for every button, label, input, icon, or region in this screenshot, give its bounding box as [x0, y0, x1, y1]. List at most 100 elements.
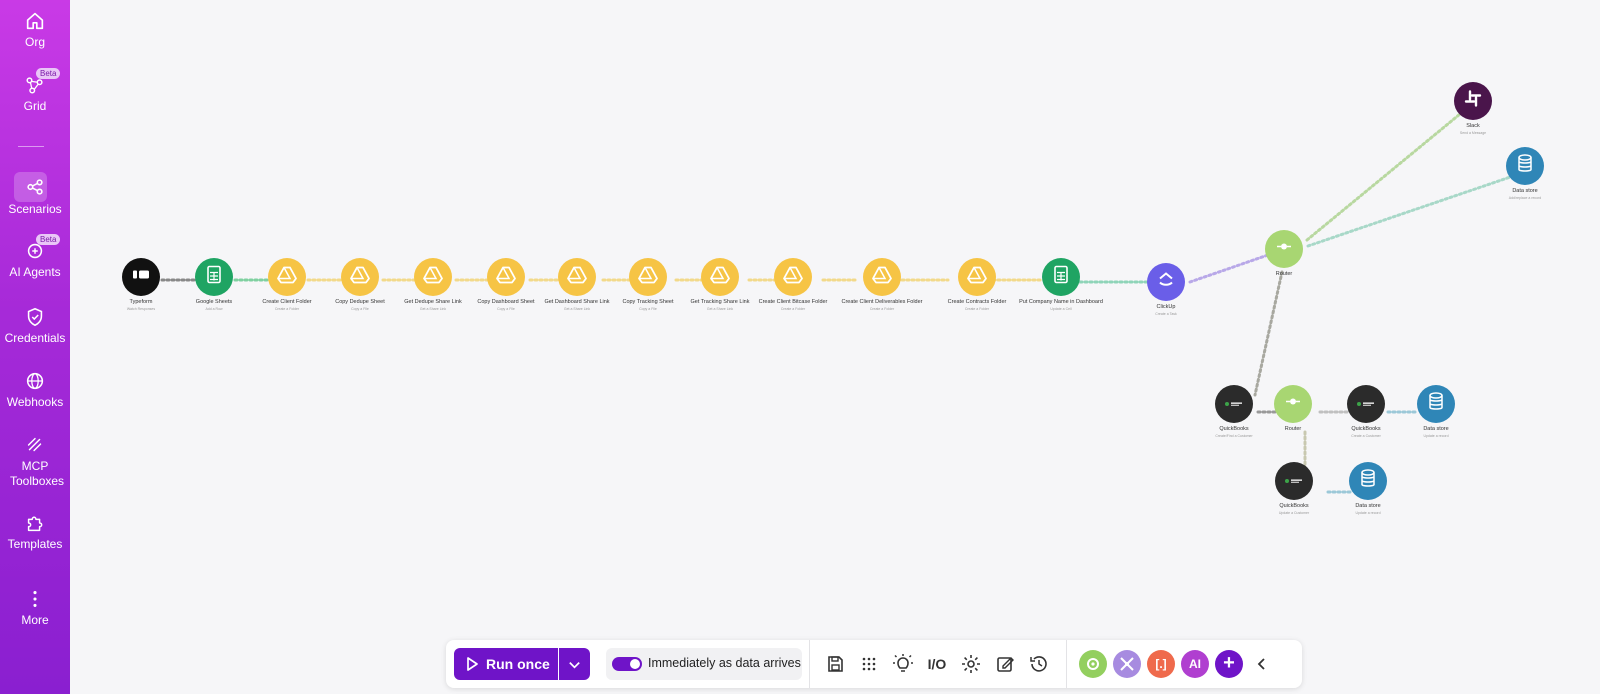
flow-control-icon: [1120, 657, 1134, 671]
run-once-button[interactable]: Run once: [454, 648, 558, 680]
module-node[interactable]: [1347, 385, 1385, 423]
module-node[interactable]: [195, 258, 233, 296]
beta-badge: Beta: [36, 68, 61, 79]
sidebar-item-credentials[interactable]: Credentials: [0, 306, 70, 346]
module-sublabel: Create/Find a Customer: [1215, 434, 1253, 438]
datastore-icon: [1360, 469, 1376, 494]
module-label: Slack: [1466, 123, 1480, 129]
module-sublabel: Update a record: [1423, 434, 1449, 438]
dots-grid-icon[interactable]: [857, 652, 881, 676]
module-node[interactable]: [414, 258, 452, 296]
module-node[interactable]: [958, 258, 996, 296]
gear-icon[interactable]: [959, 652, 983, 676]
module-node[interactable]: [1506, 147, 1544, 185]
add-module-button[interactable]: +: [1215, 650, 1243, 678]
module-sublabel: Create a Folder: [869, 307, 895, 311]
sidebar-item-ai-agents[interactable]: Beta AI Agents: [0, 234, 70, 280]
module-label: Put Company Name in Dashboard: [1019, 299, 1103, 305]
module-sublabel: Create a Folder: [780, 307, 806, 311]
module-label: Data store: [1423, 426, 1449, 432]
beta-badge: Beta: [36, 234, 61, 245]
toolbar-divider: [809, 640, 810, 688]
flow-control-button[interactable]: [1113, 650, 1141, 678]
sidebar-item-org[interactable]: Org: [0, 10, 70, 50]
quickbooks-icon: [1356, 395, 1376, 413]
sidebar-item-label: More: [21, 613, 49, 627]
module-node[interactable]: [701, 258, 739, 296]
sidebar-item-label: MCP Toolboxes: [10, 459, 65, 488]
quickbooks-icon: [1284, 472, 1304, 490]
more-vertical-icon: [33, 591, 37, 607]
module-label: ClickUp: [1156, 304, 1176, 310]
io-icon[interactable]: I/O: [925, 652, 949, 676]
schedule-toggle[interactable]: [612, 657, 642, 671]
module-sublabel: Add/replace a record: [1508, 196, 1542, 200]
google-drive-icon: [423, 266, 443, 289]
run-once-label: Run once: [486, 656, 550, 672]
router-icon: [1284, 393, 1302, 416]
chevron-left-icon[interactable]: [1254, 656, 1270, 672]
sidebar-item-scenarios[interactable]: Scenarios: [0, 176, 70, 217]
google-drive-icon: [710, 266, 730, 289]
sidebar-item-label: Webhooks: [6, 395, 64, 409]
module-node[interactable]: [1265, 230, 1303, 268]
home-icon: [26, 12, 44, 30]
schedule-setting[interactable]: Immediately as data arrives: [606, 648, 802, 680]
sidebar-item-label: Org: [24, 35, 45, 49]
sidebar-item-label: Templates: [7, 537, 63, 551]
router-icon: [1275, 238, 1293, 261]
sidebar-item-templates[interactable]: Templates: [0, 512, 70, 552]
module-sublabel: Update a Cell: [1050, 307, 1072, 311]
sidebar-item-more[interactable]: More: [0, 588, 70, 628]
scenario-toolbar: Run once Immediately as data arrives I/O…: [446, 640, 1302, 688]
module-node[interactable]: [1275, 462, 1313, 500]
module-label: Data store: [1512, 188, 1538, 194]
module-node[interactable]: [487, 258, 525, 296]
google-drive-icon: [496, 266, 516, 289]
clickup-icon: [1157, 271, 1175, 294]
bulb-icon[interactable]: [891, 652, 915, 676]
module-node[interactable]: [122, 258, 160, 296]
google-drive-icon: [350, 266, 370, 289]
toolbar-divider: [1066, 640, 1067, 688]
module-sublabel: Update a record: [1355, 511, 1381, 515]
module-node[interactable]: [774, 258, 812, 296]
sidebar: Org Beta Grid Scenarios Beta AI Agents C…: [0, 0, 70, 694]
text-parser-button[interactable]: [.]: [1147, 650, 1175, 678]
sidebar-item-grid[interactable]: Beta Grid: [0, 68, 70, 114]
module-node[interactable]: [268, 258, 306, 296]
google-drive-icon: [967, 266, 987, 289]
share-nodes-icon: [27, 179, 43, 195]
quickbooks-icon: [1224, 395, 1244, 413]
sidebar-item-mcp-toolboxes[interactable]: MCP Toolboxes: [0, 434, 70, 489]
module-label: Data store: [1355, 503, 1381, 509]
typeform-icon: [132, 268, 150, 287]
run-options-dropdown[interactable]: [559, 648, 590, 680]
module-node[interactable]: [341, 258, 379, 296]
module-node[interactable]: [629, 258, 667, 296]
ai-button[interactable]: AI: [1181, 650, 1209, 678]
module-node[interactable]: [1274, 385, 1312, 423]
module-node[interactable]: [1147, 263, 1185, 301]
notes-icon[interactable]: [993, 652, 1017, 676]
module-node[interactable]: [863, 258, 901, 296]
scenario-canvas[interactable]: [70, 0, 1600, 694]
module-sublabel: Create a Task: [1155, 312, 1177, 316]
sidebar-item-label: Scenarios: [8, 202, 62, 216]
globe-icon: [26, 372, 44, 390]
module-node[interactable]: [1215, 385, 1253, 423]
module-node[interactable]: [558, 258, 596, 296]
module-node[interactable]: [1349, 462, 1387, 500]
play-icon: [467, 657, 478, 671]
module-label: Create Client Bitcase Folder: [758, 299, 828, 305]
sidebar-item-webhooks[interactable]: Webhooks: [0, 370, 70, 410]
history-icon[interactable]: [1027, 652, 1051, 676]
module-node[interactable]: [1042, 258, 1080, 296]
save-icon[interactable]: [823, 652, 847, 676]
tools-button[interactable]: [1079, 650, 1107, 678]
datastore-icon: [1428, 392, 1444, 417]
sidebar-item-label: Credentials: [4, 331, 66, 345]
module-node[interactable]: [1417, 385, 1455, 423]
slack-icon: [1464, 90, 1482, 113]
module-node[interactable]: [1454, 82, 1492, 120]
